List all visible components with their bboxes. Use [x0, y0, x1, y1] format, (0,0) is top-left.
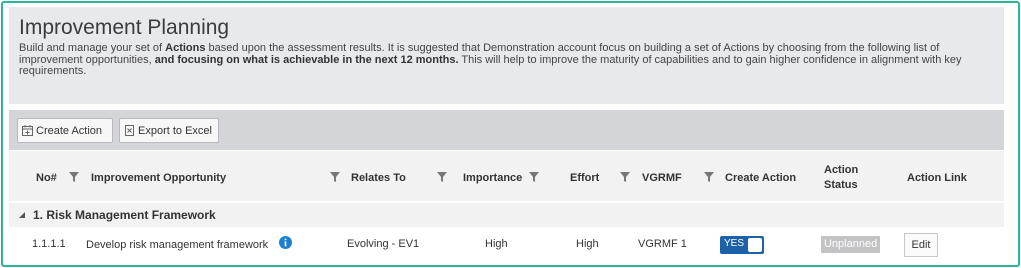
edit-button[interactable]: Edit — [904, 233, 938, 257]
row-vgrmf: VGRMF 1 — [638, 238, 687, 250]
row-no: 1.1.1.1 — [32, 238, 66, 250]
toggle-label: YES — [724, 238, 745, 249]
page-title: Improvement Planning — [19, 16, 230, 39]
export-excel-button[interactable]: Export to Excel — [119, 118, 219, 143]
filter-icon[interactable] — [529, 172, 539, 182]
row-relates-to: Evolving - EV1 — [347, 238, 420, 250]
create-action-label: Create Action — [36, 124, 103, 137]
info-icon[interactable] — [279, 236, 292, 249]
status-badge: Unplanned — [821, 236, 881, 253]
group-row[interactable]: 1. Risk Management Framework — [9, 203, 1004, 227]
toggle-knob — [748, 238, 762, 252]
col-header-action-status-line1[interactable]: Action — [824, 164, 858, 176]
desc-text-1: Build and manage your set of — [19, 42, 166, 54]
excel-icon — [125, 125, 134, 136]
improvement-planning-panel: Improvement Planning Build and manage yo… — [1, 1, 1020, 267]
desc-bold-focus: and focusing on what is achievable in th… — [154, 53, 459, 66]
col-header-no[interactable]: No# — [36, 172, 57, 184]
create-action-button[interactable]: Create Action — [17, 118, 113, 143]
filter-icon[interactable] — [69, 172, 79, 182]
filter-icon[interactable] — [704, 172, 714, 182]
export-excel-label: Export to Excel — [138, 124, 212, 137]
desc-bold-actions: Actions — [165, 42, 206, 54]
table-row: 1.1.1.1 Develop risk management framewor… — [9, 229, 1004, 261]
col-header-action-link[interactable]: Action Link — [907, 172, 967, 184]
row-opportunity: Develop risk management framework — [86, 239, 269, 251]
col-header-relates-to[interactable]: Relates To — [351, 172, 406, 184]
col-header-vgrmf[interactable]: VGRMF — [642, 172, 682, 184]
col-header-opportunity[interactable]: Improvement Opportunity — [91, 172, 226, 184]
page-header: Improvement Planning Build and manage yo… — [9, 7, 1004, 104]
row-effort: High — [576, 238, 599, 250]
col-header-effort[interactable]: Effort — [570, 172, 599, 184]
page-description: Build and manage your set of Actions bas… — [19, 42, 994, 78]
grid-toolbar: Create Action Export to Excel — [9, 110, 1004, 150]
col-header-action-status-line2[interactable]: Status — [824, 179, 858, 191]
filter-icon[interactable] — [330, 172, 340, 182]
filter-icon[interactable] — [437, 172, 447, 182]
filter-icon[interactable] — [620, 172, 630, 182]
grid-header: No# Improvement Opportunity Relates To I… — [9, 151, 1004, 201]
row-importance: High — [485, 238, 508, 250]
col-header-create-action[interactable]: Create Action — [725, 172, 796, 184]
collapse-triangle-icon[interactable] — [19, 212, 25, 218]
col-header-importance[interactable]: Importance — [463, 172, 522, 184]
create-action-toggle[interactable]: YES — [720, 236, 764, 254]
calendar-add-icon — [22, 125, 33, 136]
group-label: 1. Risk Management Framework — [33, 208, 216, 222]
